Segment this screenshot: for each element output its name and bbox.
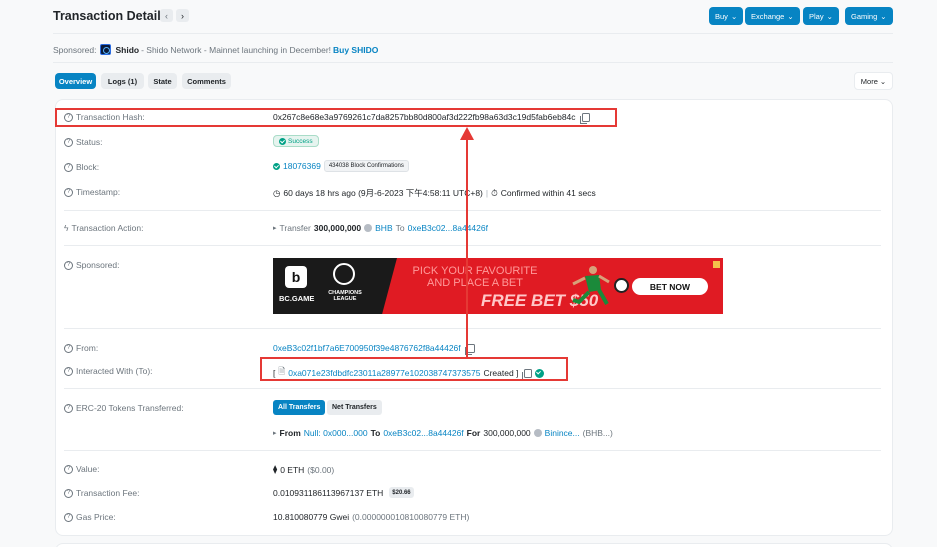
divider xyxy=(64,388,881,389)
exchange-button[interactable]: Exchange ⌄ xyxy=(745,7,800,25)
header-divider xyxy=(53,33,893,34)
divider xyxy=(64,450,881,451)
token-icon xyxy=(533,429,542,437)
chevron-down-icon: ⌄ xyxy=(826,11,833,21)
help-icon: ? xyxy=(64,403,73,413)
help-icon: ? xyxy=(64,464,73,474)
erc20-token-link[interactable]: Binince... xyxy=(545,428,580,438)
more-details-card xyxy=(55,543,893,547)
from-address-link[interactable]: 0xeB3c02f1bf7a6E700950f39e4876762f8a4442… xyxy=(273,343,461,353)
help-icon: ? xyxy=(64,260,73,270)
sponsored-banner[interactable]: b BC.GAME CHAMPIONS LEAGUE PICK YOUR FAV… xyxy=(273,258,723,314)
chevron-down-icon: ⌄ xyxy=(879,76,887,86)
row-label-erc20: ? ERC-20 Tokens Transferred: xyxy=(64,403,184,413)
row-label-from: ? From: xyxy=(64,343,98,353)
row-label-status: ? Status: xyxy=(64,137,102,147)
play-button[interactable]: Play ⌄ xyxy=(803,7,839,25)
help-icon: ? xyxy=(64,343,73,353)
timestamp-value: ◷ 60 days 18 hrs ago (9月-6-2023 下午4:58:1… xyxy=(273,187,596,199)
ad-choices-icon[interactable] xyxy=(713,261,720,268)
more-dropdown[interactable]: More ⌄ xyxy=(854,72,893,90)
row-label-value: ? Value: xyxy=(64,464,99,474)
all-transfers-button[interactable]: All Transfers xyxy=(273,400,326,415)
buy-button[interactable]: Buy ⌄ xyxy=(709,7,744,25)
caret-right-icon: ▸ xyxy=(273,225,277,232)
fee-value: 0.010931186113967137 ETH $20.66 xyxy=(273,487,414,498)
chevron-left-icon[interactable]: ‹ xyxy=(160,9,173,22)
net-transfers-button[interactable]: Net Transfers xyxy=(327,400,382,415)
erc20-transfer-line: ▸ From Null: 0x000...000 To 0xeB3c02...8… xyxy=(273,428,613,438)
null-address-link[interactable]: Null: 0x000...000 xyxy=(304,428,368,438)
confirmations-badge: 434038 Block Confirmations xyxy=(323,160,409,172)
ethereum-icon: ⧫ xyxy=(273,464,278,474)
tab-comments[interactable]: Comments xyxy=(182,73,231,89)
football-icon xyxy=(614,278,629,293)
row-label-interacted: ? Interacted With (To): xyxy=(64,366,153,376)
help-icon: ? xyxy=(64,488,73,498)
chevron-down-icon: ⌄ xyxy=(730,11,738,21)
row-label-block: ? Block: xyxy=(64,162,99,172)
sponsored-bar: Sponsored: Shido - Shido Network - Mainn… xyxy=(53,44,379,55)
champions-league-star-icon xyxy=(333,263,355,285)
annotation-arrow-icon xyxy=(460,127,474,358)
token-link[interactable]: BHB xyxy=(375,223,392,233)
row-label-timestamp: ? Timestamp: xyxy=(64,187,120,197)
block-value: 18076369 434038 Block Confirmations xyxy=(273,160,409,172)
help-icon: ? xyxy=(64,187,73,197)
lightning-icon: ϟ xyxy=(64,223,69,233)
chevron-right-icon[interactable]: › xyxy=(176,9,189,22)
block-link[interactable]: 18076369 xyxy=(283,161,321,171)
status-badge: Success xyxy=(273,135,319,147)
help-icon: ? xyxy=(64,162,73,172)
gas-value: 10.810080779 Gwei (0.000000010810080779 … xyxy=(273,512,470,522)
bcgame-logo-icon: b xyxy=(285,266,307,288)
row-label-action: ϟ Transaction Action: xyxy=(64,223,144,233)
tab-state[interactable]: State xyxy=(148,73,177,89)
sponsored-divider xyxy=(53,62,893,63)
annotation-box-contract xyxy=(260,357,568,381)
caret-right-icon: ▸ xyxy=(273,430,277,437)
check-circle-icon xyxy=(279,137,286,145)
row-label-gas: ? Gas Price: xyxy=(64,512,116,522)
gaming-button[interactable]: Gaming ⌄ xyxy=(845,7,893,25)
buy-shido-link[interactable]: Buy SHIDO xyxy=(333,45,378,55)
shido-logo-icon xyxy=(100,44,112,55)
erc20-to-address-link[interactable]: 0xeB3c02...8a44426f xyxy=(383,428,463,438)
chevron-down-icon: ⌄ xyxy=(880,11,887,21)
tab-overview[interactable]: Overview xyxy=(55,73,96,89)
from-value: 0xeB3c02f1bf7a6E700950f39e4876762f8a4442… xyxy=(273,343,475,355)
token-icon xyxy=(364,224,373,232)
banner-brand: BC.GAME xyxy=(279,294,315,303)
annotation-box-hash xyxy=(55,108,617,127)
page-title: Transaction Details xyxy=(53,9,168,23)
football-player-image xyxy=(572,266,610,305)
banner-league: CHAMPIONS LEAGUE xyxy=(328,290,362,302)
tab-logs[interactable]: Logs (1) xyxy=(101,73,144,89)
row-label-sponsored: ? Sponsored: xyxy=(64,260,119,270)
chevron-down-icon: ⌄ xyxy=(787,11,794,21)
timer-icon: ⏱ xyxy=(491,187,498,198)
check-circle-icon xyxy=(273,162,280,170)
help-icon: ? xyxy=(64,137,73,147)
row-label-fee: ? Transaction Fee: xyxy=(64,488,139,498)
fee-usd-badge: $20.66 xyxy=(389,487,414,498)
bet-now-button[interactable]: BET NOW xyxy=(632,278,708,295)
clock-icon: ◷ xyxy=(273,187,281,198)
value-amount: ⧫ 0 ETH ($0.00) xyxy=(273,464,335,475)
help-icon: ? xyxy=(64,512,73,522)
help-icon: ? xyxy=(64,366,73,376)
